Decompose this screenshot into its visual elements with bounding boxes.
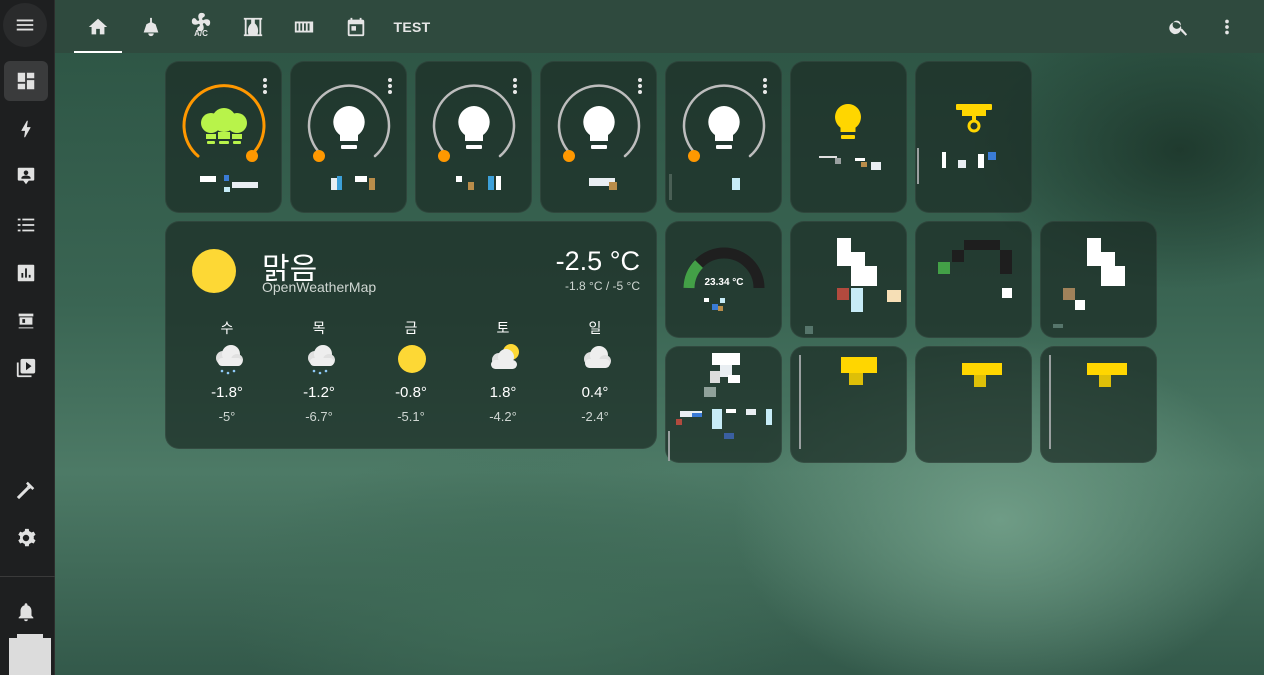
sensor-card[interactable]	[790, 221, 907, 338]
ceiling-light-icon	[956, 104, 992, 133]
forecast-day-name: 목	[312, 321, 326, 337]
forecast-high: 0.4°	[581, 384, 609, 401]
more-options-button[interactable]	[1203, 0, 1251, 53]
menu-icon	[16, 19, 34, 31]
sidebar-item-energy[interactable]	[4, 109, 48, 149]
light-card-2[interactable]	[290, 61, 407, 213]
sidebar-item-overview[interactable]	[4, 61, 48, 101]
bulb-icon	[333, 106, 365, 149]
temperature-gauge-card[interactable]: 23.34 °C	[665, 221, 782, 338]
search-icon	[1169, 20, 1188, 36]
partly-cloudy-icon	[491, 344, 519, 369]
sensor-card[interactable]	[665, 346, 782, 463]
forecast-day: 일 0.4° -2.4°	[560, 318, 630, 424]
list-icon	[17, 218, 35, 232]
weather-temperature: -2.5 °C	[555, 246, 640, 276]
logbook-icon	[17, 167, 35, 185]
forecast-day: 목 -1.2° -6.7°	[284, 318, 354, 424]
forecast-day: 토 1.8° -4.2°	[468, 318, 538, 424]
sidebar-item-statistics[interactable]	[4, 253, 48, 293]
forecast-high: -1.2°	[303, 384, 335, 401]
cloudy-icon	[584, 346, 611, 368]
energy-icon	[21, 120, 31, 138]
multi-bulb-icon	[201, 108, 247, 144]
avatar[interactable]	[9, 634, 51, 675]
forecast-day-name: 일	[588, 321, 602, 337]
bulb-icon	[708, 106, 740, 149]
sidebar-item-logbook[interactable]	[4, 156, 48, 196]
home-icon	[88, 18, 108, 34]
sunny-icon	[192, 249, 236, 293]
shade-card[interactable]	[790, 346, 907, 463]
tab-ac-label: A/C	[194, 29, 208, 38]
bulb-button-card[interactable]	[790, 61, 907, 213]
hacs-icon	[18, 313, 34, 329]
sidebar	[0, 0, 55, 675]
curtains-icon	[243, 17, 263, 36]
gear-icon	[18, 528, 36, 547]
forecast-high: 1.8°	[489, 384, 517, 401]
weather-card[interactable]: 맑음 OpenWeatherMap -2.5 °C -1.8 °C / -5 °…	[165, 221, 657, 449]
gauge-value: 23.34 °C	[704, 277, 744, 288]
forecast-low: -5°	[218, 409, 236, 424]
sidebar-item-developer-tools[interactable]	[4, 470, 48, 510]
forecast-high: -0.8°	[395, 384, 427, 401]
menu-button[interactable]	[3, 3, 47, 47]
forecast-day: 금 -0.8° -5.1°	[376, 318, 446, 424]
forecast-day-name: 금	[404, 321, 418, 337]
sensor-card[interactable]	[1040, 221, 1157, 338]
tab-test-label: TEST	[393, 18, 431, 35]
weather-source: OpenWeatherMap	[262, 279, 377, 295]
lightbulb-icon	[835, 104, 861, 139]
tab-calendar[interactable]	[332, 0, 380, 53]
bulb-icon	[583, 106, 615, 149]
blind-icon	[1087, 363, 1127, 387]
statistics-icon	[17, 264, 35, 282]
tab-lights[interactable]	[127, 0, 175, 53]
dashboard-icon	[17, 72, 35, 90]
forecast-low: -2.4°	[581, 409, 609, 424]
tab-curtains[interactable]	[229, 0, 277, 53]
sidebar-item-notifications[interactable]	[4, 592, 48, 632]
sidebar-item-history[interactable]	[4, 205, 48, 245]
light-card-5[interactable]	[665, 61, 782, 213]
tab-ac[interactable]: A/C	[177, 0, 225, 53]
media-icon	[16, 358, 36, 378]
forecast-day-name: 토	[496, 321, 510, 337]
blind-icon	[962, 363, 1002, 387]
radiator-icon	[294, 21, 314, 32]
snowy-cloud-icon	[216, 345, 243, 375]
tab-home[interactable]	[74, 0, 122, 53]
sunny-icon	[398, 345, 426, 373]
blind-icon	[841, 357, 877, 385]
more-vert-icon	[1225, 19, 1229, 34]
forecast-day-name: 수	[220, 321, 234, 337]
bell-icon	[18, 603, 34, 622]
tab-heating[interactable]	[280, 0, 328, 53]
hammer-icon	[16, 481, 35, 500]
shade-card[interactable]	[915, 346, 1032, 463]
light-card-4[interactable]	[540, 61, 657, 213]
weather-range: -1.8 °C / -5 °C	[565, 279, 640, 293]
sensor-card[interactable]	[915, 221, 1032, 338]
ceiling-lamp-icon	[143, 17, 159, 36]
shade-card[interactable]	[1040, 346, 1157, 463]
bulb-icon	[458, 106, 490, 149]
search-button[interactable]	[1155, 0, 1203, 53]
light-card-3[interactable]	[415, 61, 532, 213]
forecast-low: -5.1°	[397, 409, 425, 424]
calendar-icon	[347, 17, 365, 36]
snowy-cloud-icon	[308, 345, 335, 375]
top-app-bar: A/C TEST	[55, 0, 1264, 53]
tab-test[interactable]: TEST	[387, 0, 437, 53]
light-card-1[interactable]	[165, 61, 282, 213]
sidebar-item-settings[interactable]	[4, 518, 48, 558]
forecast-low: -6.7°	[305, 409, 333, 424]
lamp-button-card[interactable]	[915, 61, 1032, 213]
forecast-low: -4.2°	[489, 409, 517, 424]
forecast-day: 수 -1.8° -5°	[192, 318, 262, 424]
sidebar-item-hacs[interactable]	[4, 301, 48, 341]
forecast-high: -1.8°	[211, 384, 243, 401]
sidebar-item-media[interactable]	[4, 348, 48, 388]
